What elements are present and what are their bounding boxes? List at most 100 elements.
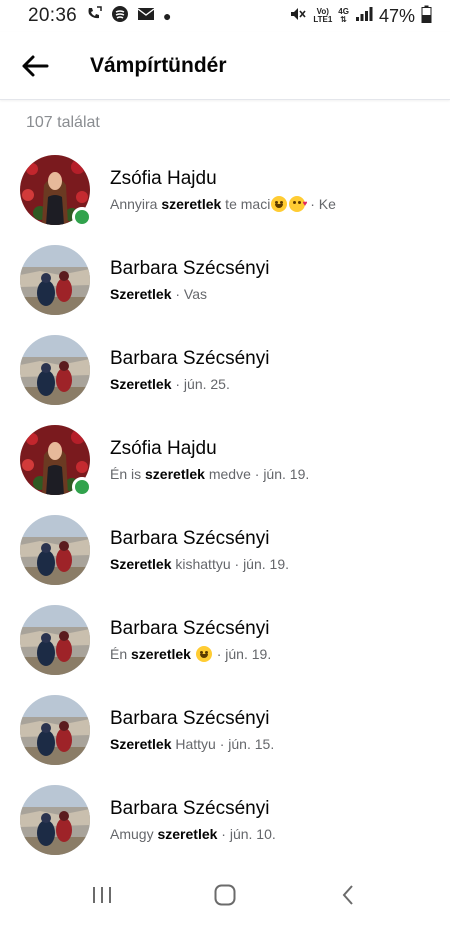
- recent-apps-button[interactable]: [72, 875, 132, 915]
- snippet-time: · Vas: [171, 285, 208, 302]
- snippet-prefix: Amugy: [110, 825, 158, 842]
- avatar[interactable]: [20, 605, 90, 675]
- snippet-time: · jún. 19.: [230, 555, 290, 572]
- home-button[interactable]: [195, 875, 255, 915]
- status-bar: 20:36 ● Vo) LTE1 4G ⇅ 47%: [0, 0, 450, 32]
- page-title: Vámpírtündér: [90, 53, 227, 77]
- network-type-indicator: 4G ⇅: [338, 7, 349, 24]
- music-app-icon: [111, 5, 129, 28]
- contact-name: Barbara Szécsényi: [110, 347, 270, 369]
- result-row[interactable]: Zsófia Hajdu Annyira szeretlek te maci ♥ ·…: [0, 145, 450, 235]
- message-snippet: Én is szeretlek medve · jún. 19.: [110, 464, 309, 484]
- snippet-prefix: Én: [110, 645, 132, 662]
- laughing-emoji-icon: [271, 195, 288, 212]
- snippet-match: Szeretlek: [110, 285, 172, 302]
- home-icon: [214, 884, 236, 906]
- result-text: Barbara Szécsényi Szeretlek kishattyu · j…: [110, 527, 289, 574]
- avatar-image: [20, 695, 90, 765]
- contact-name: Barbara Szécsényi: [110, 797, 270, 819]
- result-row[interactable]: Barbara Szécsényi Szeretlek Hattyu · jún.…: [0, 685, 450, 775]
- snippet-match: szeretlek: [161, 195, 222, 212]
- result-row[interactable]: Zsófia Hajdu Én is szeretlek medve · jún.…: [0, 415, 450, 505]
- mute-icon: [289, 5, 307, 28]
- contact-name: Barbara Szécsényi: [110, 527, 270, 549]
- result-text: Barbara Szécsényi Amugy szeretlek · jún. …: [110, 797, 276, 844]
- back-button[interactable]: [0, 32, 70, 100]
- snippet-match: Szeretlek: [110, 375, 172, 392]
- avatar[interactable]: [20, 335, 90, 405]
- more-notifications-dot-icon: ●: [163, 8, 172, 24]
- grinning-emoji-icon: [195, 645, 212, 662]
- avatar[interactable]: [20, 155, 92, 227]
- online-status-dot: [72, 207, 92, 227]
- app-header: Vámpírtündér: [0, 32, 450, 100]
- message-snippet: Szeretlek Hattyu · jún. 15.: [110, 734, 274, 754]
- snippet-match: szeretlek: [131, 645, 191, 662]
- navigation-bar: [0, 865, 450, 925]
- avatar[interactable]: [20, 425, 92, 497]
- message-snippet: Én szeretlek · jún. 19.: [110, 644, 271, 664]
- snippet-suffix: medve: [204, 465, 251, 482]
- missed-call-icon: [85, 5, 103, 28]
- snippet-time: · jún. 19.: [212, 645, 272, 662]
- avatar-image: [20, 335, 90, 405]
- lte-label: LTE1: [313, 15, 333, 24]
- snippet-time: · Ke: [306, 195, 336, 212]
- avatar-image: [20, 785, 90, 855]
- snippet-match: Szeretlek: [110, 735, 172, 752]
- avatar-image: [20, 605, 90, 675]
- message-snippet: Amugy szeretlek · jún. 10.: [110, 824, 276, 844]
- avatar-image: [20, 245, 90, 315]
- snippet-match: szeretlek: [157, 825, 218, 842]
- arrow-left-icon: [22, 55, 49, 76]
- snippet-prefix: Én is: [110, 465, 146, 482]
- result-text: Zsófia Hajdu Én is szeretlek medve · jún.…: [110, 437, 309, 484]
- avatar-image: [20, 515, 90, 585]
- result-text: Barbara Szécsényi Szeretlek · jún. 25.: [110, 347, 269, 394]
- snippet-time: · jún. 25.: [171, 375, 230, 392]
- snippet-suffix: [191, 644, 195, 664]
- message-snippet: Szeretlek · jún. 25.: [110, 374, 269, 394]
- avatar[interactable]: [20, 785, 90, 855]
- signal-icon: [355, 6, 373, 27]
- avatar[interactable]: [20, 515, 90, 585]
- snippet-match: Szeretlek: [110, 555, 172, 572]
- snippet-time: · jún. 10.: [217, 825, 276, 842]
- snippet-suffix: te maci: [221, 195, 271, 212]
- contact-name: Zsófia Hajdu: [110, 167, 217, 189]
- result-row[interactable]: Barbara Szécsényi Én szeretlek · jún. 19.: [0, 595, 450, 685]
- battery-icon: [421, 5, 432, 28]
- result-text: Barbara Szécsényi Szeretlek · Vas: [110, 257, 269, 304]
- snippet-prefix: Annyira: [110, 195, 162, 212]
- avatar[interactable]: [20, 245, 90, 315]
- contact-name: Zsófia Hajdu: [110, 437, 217, 459]
- result-row[interactable]: Barbara Szécsényi Szeretlek kishattyu · j…: [0, 505, 450, 595]
- result-text: Barbara Szécsényi Én szeretlek · jún. 19.: [110, 617, 271, 664]
- online-status-dot: [72, 477, 92, 497]
- snippet-time: · jún. 19.: [250, 465, 310, 482]
- snippet-suffix: kishattyu: [171, 555, 231, 572]
- snippet-suffix: Hattyu: [171, 735, 216, 752]
- snippet-match: szeretlek: [145, 465, 205, 482]
- result-row[interactable]: Barbara Szécsényi Szeretlek · jún. 25.: [0, 325, 450, 415]
- contact-name: Barbara Szécsényi: [110, 257, 270, 279]
- snippet-time: · jún. 15.: [215, 735, 275, 752]
- message-snippet: Szeretlek kishattyu · jún. 19.: [110, 554, 289, 574]
- recent-apps-icon: [92, 887, 111, 903]
- email-icon: [137, 6, 155, 27]
- result-text: Zsófia Hajdu Annyira szeretlek te maci ♥ ·…: [110, 167, 336, 214]
- result-list: Zsófia Hajdu Annyira szeretlek te maci ♥ ·…: [0, 145, 450, 865]
- system-back-button[interactable]: [318, 875, 378, 915]
- message-snippet: Annyira szeretlek te maci ♥ · Ke: [110, 194, 336, 214]
- battery-percent: 47%: [378, 5, 415, 26]
- volte-indicator: Vo) LTE1: [313, 8, 332, 24]
- message-snippet: Szeretlek · Vas: [110, 284, 269, 304]
- avatar[interactable]: [20, 695, 90, 765]
- result-row[interactable]: Barbara Szécsényi Szeretlek · Vas: [0, 235, 450, 325]
- contact-name: Barbara Szécsényi: [110, 617, 270, 639]
- status-time: 20:36: [28, 5, 78, 26]
- nav-back-icon: [342, 885, 354, 905]
- kiss-emoji-icon: ♥: [289, 195, 307, 212]
- contact-name: Barbara Szécsényi: [110, 707, 270, 729]
- result-row[interactable]: Barbara Szécsényi Amugy szeretlek · jún. …: [0, 775, 450, 865]
